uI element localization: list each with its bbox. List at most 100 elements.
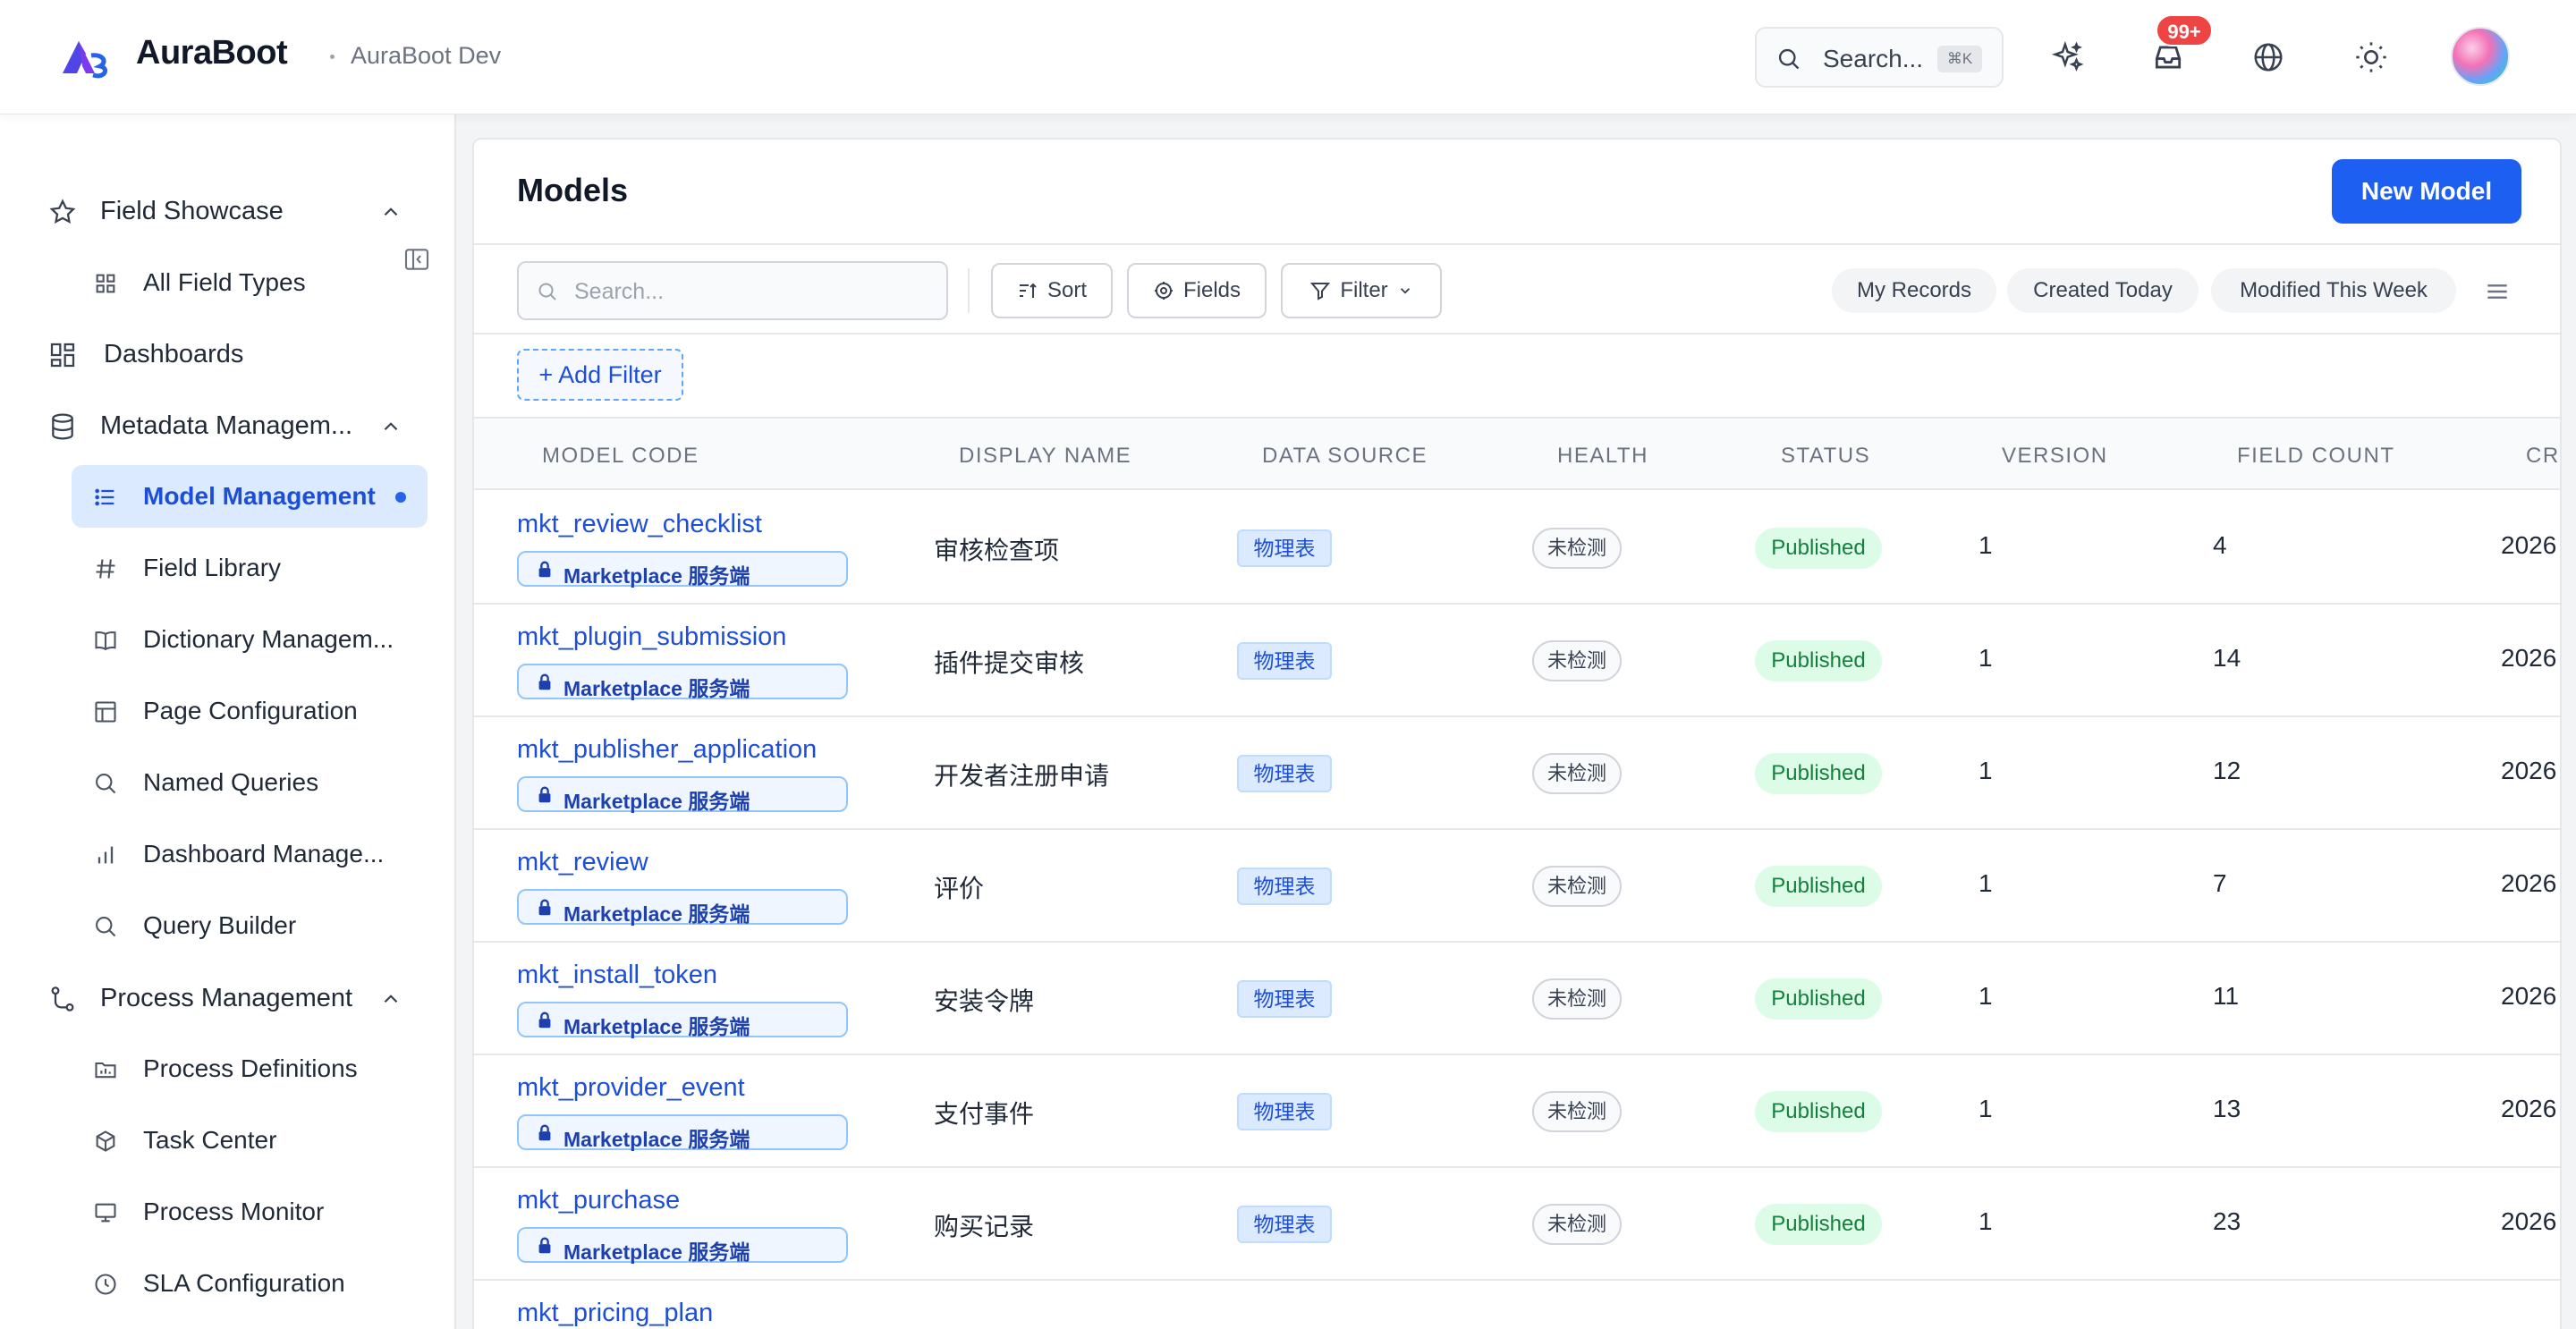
sidebar-item-dictionary-management[interactable]: Dictionary Managem... [72, 608, 428, 671]
grid-icon [96, 274, 115, 293]
brand-name[interactable]: AuraBoot [136, 34, 288, 72]
app-tag: Marketplace 服务端 [517, 1002, 848, 1038]
table-search-field[interactable] [517, 261, 948, 320]
table-row[interactable]: mkt_review_checklist Marketplace 服务端 审核检查项… [474, 492, 2560, 605]
sidebar-item-sla-configuration[interactable]: SLA Configuration [72, 1252, 428, 1315]
created-at-cell: 2026 [2501, 757, 2557, 784]
field-count-cell: 4 [2213, 531, 2227, 559]
search-icon [96, 774, 116, 794]
column-header-health[interactable]: HEALTH [1557, 444, 1648, 469]
sidebar-group-field-showcase[interactable]: Field Showcase [0, 182, 456, 240]
sidebar-item-label: Model Management [143, 482, 376, 510]
language-button[interactable] [2247, 36, 2290, 79]
column-header-model-code[interactable]: MODEL CODE [542, 444, 699, 469]
data-source-badge: 物理表 [1237, 529, 1332, 567]
model-code-link[interactable]: mkt_publisher_application [517, 735, 817, 765]
sidebar-item-model-management[interactable]: Model Management [72, 465, 428, 528]
sidebar-group-label: Field Showcase [100, 197, 284, 225]
table-row[interactable]: mkt_install_token Marketplace 服务端 安装令牌 物理表 未… [474, 943, 2560, 1055]
quick-filter-created-today[interactable]: Created Today [2007, 268, 2199, 313]
status-badge: Published [1755, 1091, 1882, 1132]
sort-button[interactable]: Sort [991, 263, 1113, 318]
column-header-version[interactable]: VERSION [2002, 444, 2108, 469]
sidebar-item-label: Field Library [143, 554, 282, 581]
sidebar-item-query-builder[interactable]: Query Builder [72, 894, 428, 957]
model-code-link[interactable]: mkt_review_checklist [517, 510, 762, 539]
display-name-cell: 评价 [934, 875, 985, 902]
sidebar-item-process-definitions[interactable]: Process Definitions [72, 1037, 428, 1100]
monitor-icon [95, 1203, 116, 1223]
table-row[interactable]: mkt_purchase Marketplace 服务端 购买记录 物理表 未检测 Pub… [474, 1168, 2560, 1281]
sidebar-item-label: Named Queries [143, 768, 319, 796]
lock-icon [538, 786, 551, 803]
table-row[interactable]: mkt_publisher_application Marketplace 服务端… [474, 717, 2560, 830]
table-row[interactable]: mkt_provider_event Marketplace 服务端 支付事件 物理表… [474, 1055, 2560, 1168]
model-code-link[interactable]: mkt_purchase [517, 1186, 680, 1215]
app-tag: Marketplace 服务端 [517, 664, 848, 700]
quick-filter-modified-this-week[interactable]: Modified This Week [2211, 268, 2456, 313]
data-source-badge: 物理表 [1237, 868, 1332, 905]
health-badge: 未检测 [1532, 866, 1622, 907]
model-code-link[interactable]: mkt_review [517, 848, 648, 877]
model-code-link[interactable]: mkt_provider_event [517, 1073, 745, 1103]
health-badge: 未检测 [1532, 978, 1622, 1020]
sidebar-group-metadata-management[interactable]: Metadata Managem... [0, 397, 456, 454]
active-indicator-dot [395, 492, 406, 503]
sidebar-item-field-library[interactable]: Field Library [72, 537, 428, 599]
display-name-cell: 插件提交审核 [934, 649, 1085, 677]
data-source-badge: 物理表 [1237, 755, 1332, 792]
filter-button[interactable]: Filter [1281, 263, 1442, 318]
column-header-field-count[interactable]: FIELD COUNT [2237, 444, 2395, 469]
quick-filter-my-records[interactable]: My Records [1832, 268, 1996, 313]
sidebar-item-named-queries[interactable]: Named Queries [72, 751, 428, 814]
app-tag-label: Marketplace 服务端 [564, 902, 750, 926]
table-row[interactable]: mkt_plugin_submission Marketplace 服务端 插件提交… [474, 605, 2560, 717]
status-badge: Published [1755, 1204, 1882, 1245]
fields-button[interactable]: Fields [1127, 263, 1267, 318]
theme-toggle-button[interactable] [2350, 36, 2393, 79]
sidebar-item-process-monitor[interactable]: Process Monitor [72, 1181, 428, 1243]
chevron-down-icon [1400, 288, 1410, 294]
table-row[interactable]: mkt_pricing_plan [474, 1281, 2560, 1329]
display-name-cell: 购买记录 [934, 1213, 1035, 1240]
global-search-button[interactable]: Search... ⌘K [1755, 27, 2004, 88]
sidebar-group-process-management[interactable]: Process Management [0, 969, 456, 1027]
table-row[interactable]: mkt_review Marketplace 服务端 评价 物理表 未检测 Publish… [474, 830, 2560, 943]
new-model-button[interactable]: New Model [2332, 159, 2521, 224]
column-header-display-name[interactable]: DISPLAY NAME [959, 444, 1131, 469]
sidebar-item-task-center[interactable]: Task Center [72, 1109, 428, 1172]
env-separator-dot [330, 55, 335, 59]
lock-icon [538, 561, 551, 578]
health-badge: 未检测 [1532, 1204, 1622, 1245]
auraboot-logo-icon[interactable] [59, 36, 111, 79]
created-at-cell: 2026 [2501, 1095, 2557, 1122]
clock-icon [95, 1274, 116, 1295]
table-search-input[interactable] [574, 275, 932, 308]
sidebar: Field Showcase All Field Types Dashboard… [0, 114, 456, 1329]
add-filter-button[interactable]: + Add Filter [517, 349, 683, 401]
model-code-link[interactable]: mkt_plugin_submission [517, 622, 786, 652]
sidebar-item-label: Dictionary Managem... [143, 625, 394, 653]
app-tag: Marketplace 服务端 [517, 776, 848, 813]
sidebar-item-label: Process Monitor [143, 1198, 325, 1225]
sidebar-item-page-configuration[interactable]: Page Configuration [72, 680, 428, 742]
lock-icon [538, 1124, 551, 1141]
version-cell: 1 [1979, 869, 1993, 897]
menu-icon[interactable] [2483, 277, 2512, 306]
star-icon [49, 199, 76, 224]
sidebar-item-label: Dashboard Manage... [143, 840, 385, 868]
created-at-cell: 2026 [2501, 531, 2557, 559]
toolbar-separator [968, 268, 970, 313]
ai-assistant-button[interactable] [2046, 36, 2089, 79]
column-header-data-source[interactable]: DATA SOURCE [1262, 444, 1428, 469]
sidebar-item-dashboard-management[interactable]: Dashboard Manage... [72, 823, 428, 885]
model-code-link[interactable]: mkt_install_token [517, 961, 717, 990]
sidebar-item-all-field-types[interactable]: All Field Types [72, 251, 428, 314]
user-avatar[interactable] [2451, 27, 2510, 86]
column-header-created[interactable]: CRE [2526, 444, 2560, 469]
model-code-link[interactable]: mkt_pricing_plan [517, 1299, 713, 1328]
sidebar-group-label: Process Management [100, 984, 353, 1012]
column-header-status[interactable]: STATUS [1781, 444, 1870, 469]
global-search-label: Search... [1823, 45, 1924, 72]
sidebar-group-dashboards[interactable]: Dashboards [0, 326, 456, 383]
